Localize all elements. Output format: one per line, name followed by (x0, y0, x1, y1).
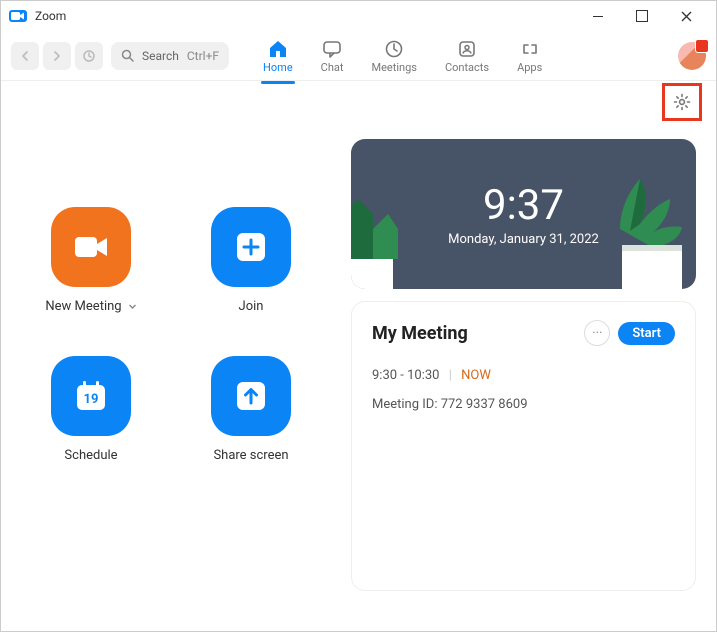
separator: | (449, 368, 452, 383)
meeting-more-button[interactable]: ··· (584, 320, 610, 346)
tab-label: Contacts (445, 61, 489, 74)
window-maximize-button[interactable] (620, 1, 664, 31)
main-toolbar: Search Ctrl+F Home Chat Meetings Conta (1, 31, 716, 81)
schedule-tile: 19 Schedule (21, 356, 161, 463)
new-meeting-button[interactable] (51, 207, 131, 287)
tab-chat[interactable]: Chat (321, 37, 344, 74)
schedule-button[interactable]: 19 (51, 356, 131, 436)
search-label: Search (142, 49, 179, 63)
meeting-time-row: 9:30 - 10:30 | NOW (372, 368, 675, 383)
meeting-id: Meeting ID: 772 9337 8609 (372, 397, 675, 412)
nav-forward-button[interactable] (43, 42, 71, 70)
main-content: New Meeting Join 19 Schedule (1, 117, 716, 631)
sub-toolbar (1, 81, 716, 117)
plant-decoration-icon (610, 159, 696, 289)
tile-label[interactable]: New Meeting (45, 299, 136, 314)
nav-back-button[interactable] (11, 42, 39, 70)
clock-card: 9:37 Monday, January 31, 2022 (351, 139, 696, 289)
tab-label: Apps (517, 61, 542, 74)
tile-label: Join (239, 299, 264, 314)
tile-label: Share screen (213, 448, 288, 463)
new-meeting-tile: New Meeting (21, 207, 161, 314)
chevron-down-icon (128, 302, 137, 311)
search-shortcut: Ctrl+F (187, 49, 219, 63)
join-button[interactable] (211, 207, 291, 287)
tab-label: Meetings (371, 61, 416, 74)
video-icon (71, 233, 111, 261)
apps-icon (519, 39, 541, 59)
tile-label: Schedule (64, 448, 117, 463)
meeting-panel: 9:37 Monday, January 31, 2022 My Meeting… (351, 117, 696, 611)
svg-text:19: 19 (84, 392, 99, 407)
settings-button[interactable] (668, 89, 696, 115)
share-screen-button[interactable] (211, 356, 291, 436)
meeting-time-range: 9:30 - 10:30 (372, 368, 439, 383)
nav-history-button[interactable] (75, 42, 103, 70)
calendar-icon: 19 (72, 377, 110, 415)
profile-avatar[interactable] (678, 42, 706, 70)
join-tile: Join (181, 207, 321, 314)
home-icon (267, 39, 289, 59)
plus-icon (234, 230, 268, 264)
contacts-icon (456, 39, 478, 59)
tab-meetings[interactable]: Meetings (371, 37, 416, 74)
tab-home[interactable]: Home (263, 37, 293, 74)
window-close-button[interactable] (664, 1, 708, 31)
zoom-app-icon (9, 10, 27, 22)
tab-apps[interactable]: Apps (517, 37, 542, 74)
search-box[interactable]: Search Ctrl+F (111, 42, 229, 70)
gear-icon (673, 93, 691, 111)
settings-highlight (662, 83, 702, 121)
tab-contacts[interactable]: Contacts (445, 37, 489, 74)
clock-date: Monday, January 31, 2022 (448, 232, 599, 247)
title-bar: Zoom (1, 1, 716, 31)
meeting-card: My Meeting ··· Start 9:30 - 10:30 | NOW … (351, 301, 696, 591)
search-icon (121, 49, 134, 62)
tab-label: Home (263, 61, 293, 74)
window-title: Zoom (35, 9, 66, 23)
tab-label: Chat (321, 61, 344, 74)
share-screen-tile: Share screen (181, 356, 321, 463)
meeting-start-button[interactable]: Start (618, 322, 675, 345)
plant-decoration-icon (351, 179, 413, 289)
chat-icon (321, 39, 343, 59)
share-up-icon (234, 379, 268, 413)
clock-icon (383, 39, 405, 59)
action-tiles-panel: New Meeting Join 19 Schedule (21, 117, 321, 611)
clock-time: 9:37 (483, 181, 564, 230)
meeting-now-badge: NOW (461, 368, 491, 383)
window-minimize-button[interactable] (576, 1, 620, 31)
tab-bar: Home Chat Meetings Contacts Apps (263, 37, 542, 74)
meeting-title: My Meeting (372, 323, 576, 344)
